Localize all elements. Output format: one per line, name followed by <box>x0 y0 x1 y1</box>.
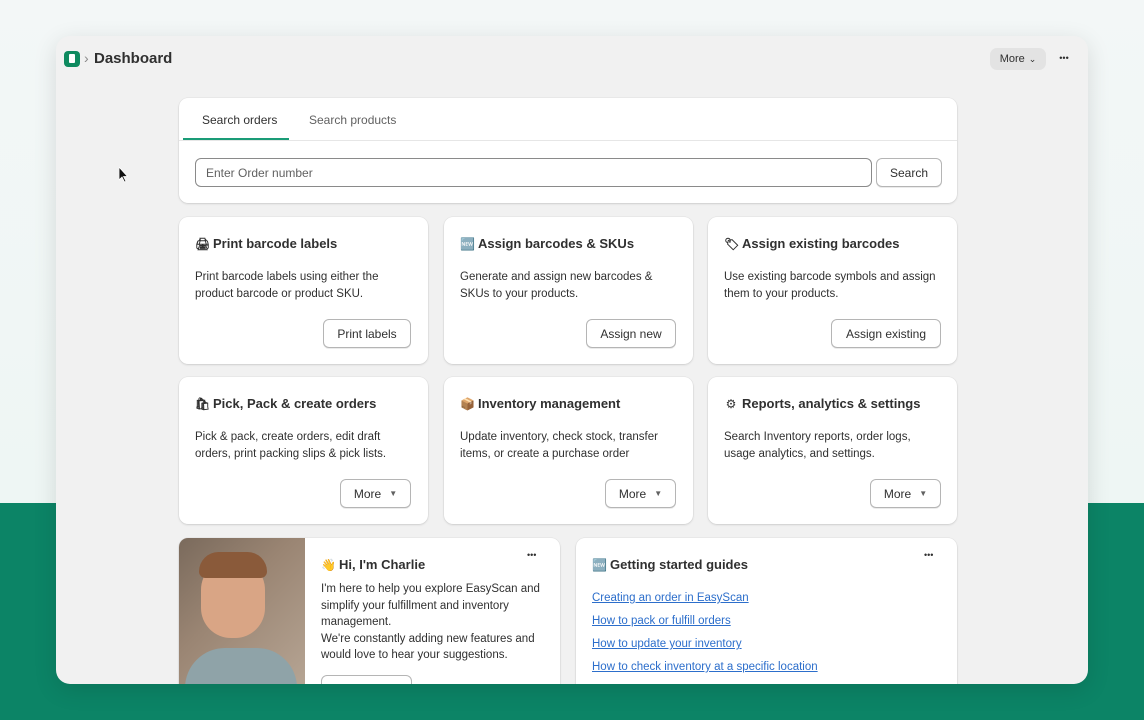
charlie-menu-button[interactable]: ••• <box>527 550 536 560</box>
card-title: 🖨 Print barcode labels <box>195 236 337 251</box>
tab-search-orders[interactable]: Search orders <box>202 113 277 127</box>
card-title-text: Assign existing barcodes <box>742 236 900 251</box>
search-card: Search orders Search products Search <box>179 98 957 203</box>
order-number-input[interactable] <box>195 158 872 187</box>
print-labels-button[interactable]: Print labels <box>323 319 411 348</box>
waving-hand-icon: 👋 <box>321 557 336 572</box>
more-actions-button[interactable]: More ⌄ <box>990 48 1046 70</box>
charlie-title: Hi, I'm Charlie <box>339 557 426 572</box>
tab-search-products[interactable]: Search products <box>309 113 396 127</box>
printer-icon: 🖨 <box>195 236 211 251</box>
reports-more-dropdown[interactable]: More ▼ <box>870 479 941 508</box>
charlie-action-button[interactable] <box>321 675 412 684</box>
assign-existing-button[interactable]: Assign existing <box>831 319 941 348</box>
guide-link[interactable]: How to check inventory at a specific loc… <box>592 661 818 673</box>
card-pick-pack-orders: 🛍 Pick, Pack & create orders Pick & pack… <box>179 377 428 524</box>
more-actions-label: More <box>999 53 1025 65</box>
search-tabs: Search orders Search products <box>179 98 957 141</box>
guide-link[interactable]: Creating an order in EasyScan <box>592 592 749 604</box>
guides-menu-button[interactable]: ••• <box>924 550 933 560</box>
charlie-photo <box>179 538 305 684</box>
card-title: 👋 Hi, I'm Charlie <box>321 557 425 572</box>
card-description: Generate and assign new barcodes & SKUs … <box>460 271 653 300</box>
card-reports-analytics-settings: ⚙ Reports, analytics & settings Search I… <box>708 377 957 524</box>
guide-link[interactable]: How to pack or fulfill orders <box>592 615 731 627</box>
dropdown-label: More <box>883 486 912 501</box>
shopping-bag-icon: 🛍 <box>195 396 211 411</box>
card-title: 📦 Inventory management <box>460 396 620 411</box>
card-title: 🛍 Pick, Pack & create orders <box>195 396 376 411</box>
card-title: 🏷 Assign existing barcodes <box>724 236 900 251</box>
photo-shirt <box>185 648 297 684</box>
label-icon: 🏷 <box>724 236 740 251</box>
card-description: Pick & pack, create orders, edit draft o… <box>195 431 387 460</box>
page-title: Dashboard <box>94 50 173 67</box>
guides-title: Getting started guides <box>610 557 748 572</box>
inventory-more-dropdown[interactable]: More ▼ <box>605 479 676 508</box>
assign-new-button[interactable]: Assign new <box>586 319 676 348</box>
card-title: 🆕 Getting started guides <box>592 557 748 572</box>
active-tab-indicator <box>183 138 289 140</box>
top-bar: › Dashboard More ⌄ ••• <box>56 36 1088 82</box>
card-assign-existing-barcodes: 🏷 Assign existing barcodes Use existing … <box>708 217 957 364</box>
charlie-message: I'm here to help you explore EasyScan an… <box>321 583 540 661</box>
card-print-barcode-labels: 🖨 Print barcode labels Print barcode lab… <box>179 217 428 364</box>
dropdown-label: More <box>618 486 647 501</box>
card-title-text: Print barcode labels <box>213 236 338 251</box>
search-button[interactable]: Search <box>876 158 942 187</box>
guide-link[interactable]: How to update your inventory <box>592 638 742 650</box>
card-title: ⚙ Reports, analytics & settings <box>724 396 921 411</box>
getting-started-guides-card: 🆕 Getting started guides ••• Creating an… <box>576 538 957 684</box>
breadcrumb-separator: › <box>84 50 89 66</box>
card-description: Use existing barcode symbols and assign … <box>724 271 936 300</box>
dropdown-label: More <box>353 486 382 501</box>
package-icon: 📦 <box>460 396 475 411</box>
photo-hair <box>199 552 267 578</box>
caret-down-icon: ▼ <box>389 489 398 498</box>
app-logo-icon[interactable] <box>64 51 80 67</box>
new-icon: 🆕 <box>460 236 475 251</box>
caret-down-icon: ▼ <box>919 489 928 498</box>
card-assign-barcodes-skus: 🆕 Assign barcodes & SKUs Generate and as… <box>444 217 693 364</box>
caret-down-icon: ▼ <box>654 489 663 498</box>
charlie-intro-card: 👋 Hi, I'm Charlie ••• I'm here to help y… <box>179 538 560 684</box>
gear-icon: ⚙ <box>725 396 737 411</box>
card-title-text: Assign barcodes & SKUs <box>478 236 635 251</box>
pick-pack-more-dropdown[interactable]: More ▼ <box>340 479 411 508</box>
mouse-cursor-icon <box>119 167 129 183</box>
chevron-down-icon: ⌄ <box>1028 53 1037 64</box>
card-title-text: Pick, Pack & create orders <box>213 396 377 411</box>
card-title: 🆕 Assign barcodes & SKUs <box>460 236 634 251</box>
new-icon: 🆕 <box>592 557 607 572</box>
overflow-menu-button[interactable]: ••• <box>1054 48 1074 70</box>
card-description: Update inventory, check stock, transfer … <box>460 431 658 460</box>
card-description: Print barcode labels using either the pr… <box>195 271 379 300</box>
card-inventory-management: 📦 Inventory management Update inventory,… <box>444 377 693 524</box>
card-description: Search Inventory reports, order logs, us… <box>724 431 911 460</box>
card-title-text: Reports, analytics & settings <box>742 396 921 411</box>
app-window: › Dashboard More ⌄ ••• Search orders Sea… <box>56 36 1088 684</box>
card-title-text: Inventory management <box>478 396 621 411</box>
